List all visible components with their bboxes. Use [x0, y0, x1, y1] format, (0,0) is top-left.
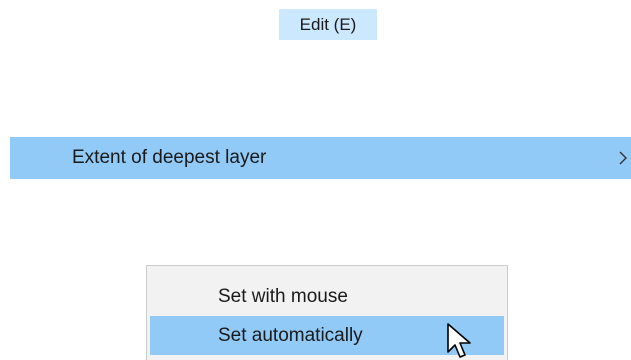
- chevron-right-icon: [619, 151, 627, 165]
- submenu-item-label: Set automatically: [218, 325, 363, 346]
- menu-item-extent-of-deepest-layer[interactable]: Extent of deepest layer: [10, 137, 631, 179]
- submenu-item-label: Set with mouse: [218, 286, 348, 307]
- submenu-item-set-with-mouse[interactable]: Set with mouse: [150, 277, 504, 316]
- mouse-pointer-icon: [447, 323, 471, 358]
- menu-edit[interactable]: Edit (E): [279, 9, 377, 40]
- menu-item-label: Extent of deepest layer: [72, 147, 267, 168]
